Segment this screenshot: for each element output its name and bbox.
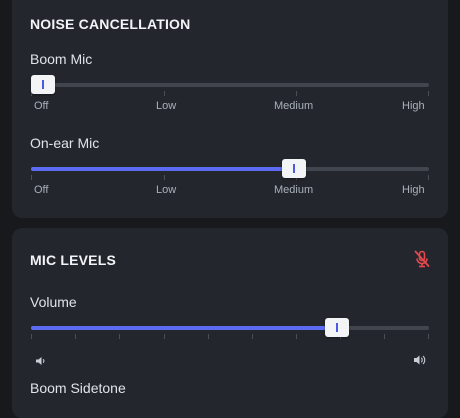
scale-label-medium: Medium <box>274 100 314 112</box>
boom-mic-label: Boom Mic <box>30 51 93 67</box>
scale-label-off: Off <box>34 100 49 112</box>
noise-cancellation-panel: NOISE CANCELLATION Boom Mic Off Low Medi… <box>12 0 448 218</box>
slider-tick <box>31 334 32 339</box>
scale-label-off: Off <box>34 184 49 196</box>
slider-tick <box>428 175 429 180</box>
slider-tick <box>164 334 165 339</box>
boom-mic-slider-thumb[interactable] <box>31 75 55 94</box>
volume-label: Volume <box>30 294 77 310</box>
mic-levels-title: MIC LEVELS <box>30 252 117 268</box>
volume-slider[interactable] <box>31 315 429 341</box>
noise-cancellation-title: NOISE CANCELLATION <box>30 16 191 32</box>
on-ear-mic-slider-thumb[interactable] <box>282 159 306 178</box>
mic-muted-icon[interactable] <box>412 249 432 269</box>
speaker-high-icon <box>413 353 427 367</box>
slider-fill <box>31 326 337 330</box>
on-ear-mic-label: On-ear Mic <box>30 135 100 151</box>
mic-levels-panel: MIC LEVELS Volume Boom Sidetone <box>12 228 448 418</box>
slider-tick <box>296 334 297 339</box>
scale-label-high: High <box>402 100 425 112</box>
slider-tick <box>252 334 253 339</box>
scale-label-low: Low <box>156 100 177 112</box>
slider-tick <box>31 175 32 180</box>
slider-tick <box>164 91 165 96</box>
boom-sidetone-label: Boom Sidetone <box>30 380 126 396</box>
scale-label-medium: Medium <box>274 184 314 196</box>
slider-tick <box>164 175 165 180</box>
slider-tick <box>208 334 209 339</box>
slider-tick <box>428 91 429 96</box>
speaker-low-icon <box>35 354 47 366</box>
volume-slider-thumb[interactable] <box>325 318 349 337</box>
slider-fill <box>31 167 294 171</box>
boom-mic-slider[interactable] <box>31 72 429 98</box>
slider-tick <box>296 91 297 96</box>
slider-tick <box>428 334 429 339</box>
slider-tick <box>75 334 76 339</box>
on-ear-mic-slider[interactable] <box>31 156 429 182</box>
slider-tick <box>119 334 120 339</box>
slider-track[interactable] <box>31 83 429 87</box>
scale-label-high: High <box>402 184 425 196</box>
scale-label-low: Low <box>156 184 177 196</box>
slider-tick <box>384 334 385 339</box>
